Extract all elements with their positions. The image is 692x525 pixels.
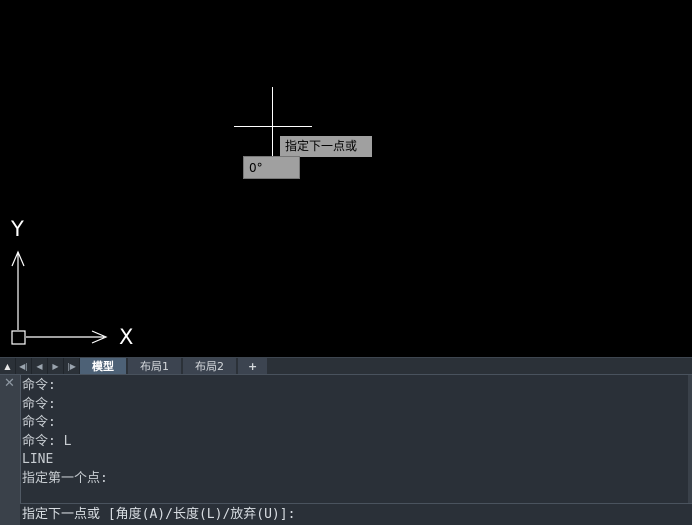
history-line: LINE [22,452,54,467]
history-scrollbar[interactable] [688,375,692,503]
history-line: 命令: L [22,433,72,449]
cad-application: 指定下一点或 0° Y X ▲ ◀​| ◀ ▶ |▶ 模型 布局1 布局2 + … [0,0,692,525]
next-tab-icon[interactable]: ▶ [48,358,64,374]
ucs-x-label: X [119,325,134,349]
history-line: 命令: [22,378,56,393]
drawing-canvas[interactable]: 指定下一点或 0° Y X [0,0,692,357]
tab-layout2[interactable]: 布局2 [183,358,236,374]
layout-tab-bar: ▲ ◀​| ◀ ▶ |▶ 模型 布局1 布局2 + [0,357,692,374]
prev-tab-icon[interactable]: ◀ [32,358,48,374]
command-input-row[interactable]: 指定下一点或 [角度(A)/长度(L)/放弃(U)]: [20,503,692,525]
last-tab-icon[interactable]: |▶ [64,358,80,374]
command-window: ✕ 命令: 命令: 命令: 命令: L LINE 指定第一个点: 指定下一点或 … [0,374,692,525]
tab-model[interactable]: 模型 [80,358,126,374]
history-line: 命令: [22,396,56,412]
close-icon[interactable]: ✕ [4,376,15,391]
history-line: 命令: [22,415,56,430]
first-tab-icon[interactable]: ◀​| [16,358,32,374]
arrow-up-icon[interactable]: ▲ [0,358,16,374]
tab-layout1[interactable]: 布局1 [128,358,181,374]
add-layout-button[interactable]: + [238,358,268,374]
dynamic-input-prompt: 指定下一点或 [280,136,372,157]
command-prompt[interactable]: 指定下一点或 [角度(A)/长度(L)/放弃(U)]: [22,506,295,524]
history-line: 指定第一个点: [22,470,108,486]
command-window-handle[interactable]: ✕ [0,375,21,525]
ucs-y-label: Y [11,217,24,241]
angle-readout[interactable]: 0° [243,156,300,179]
command-history: 命令: 命令: 命令: 命令: L LINE 指定第一个点: [22,377,682,488]
